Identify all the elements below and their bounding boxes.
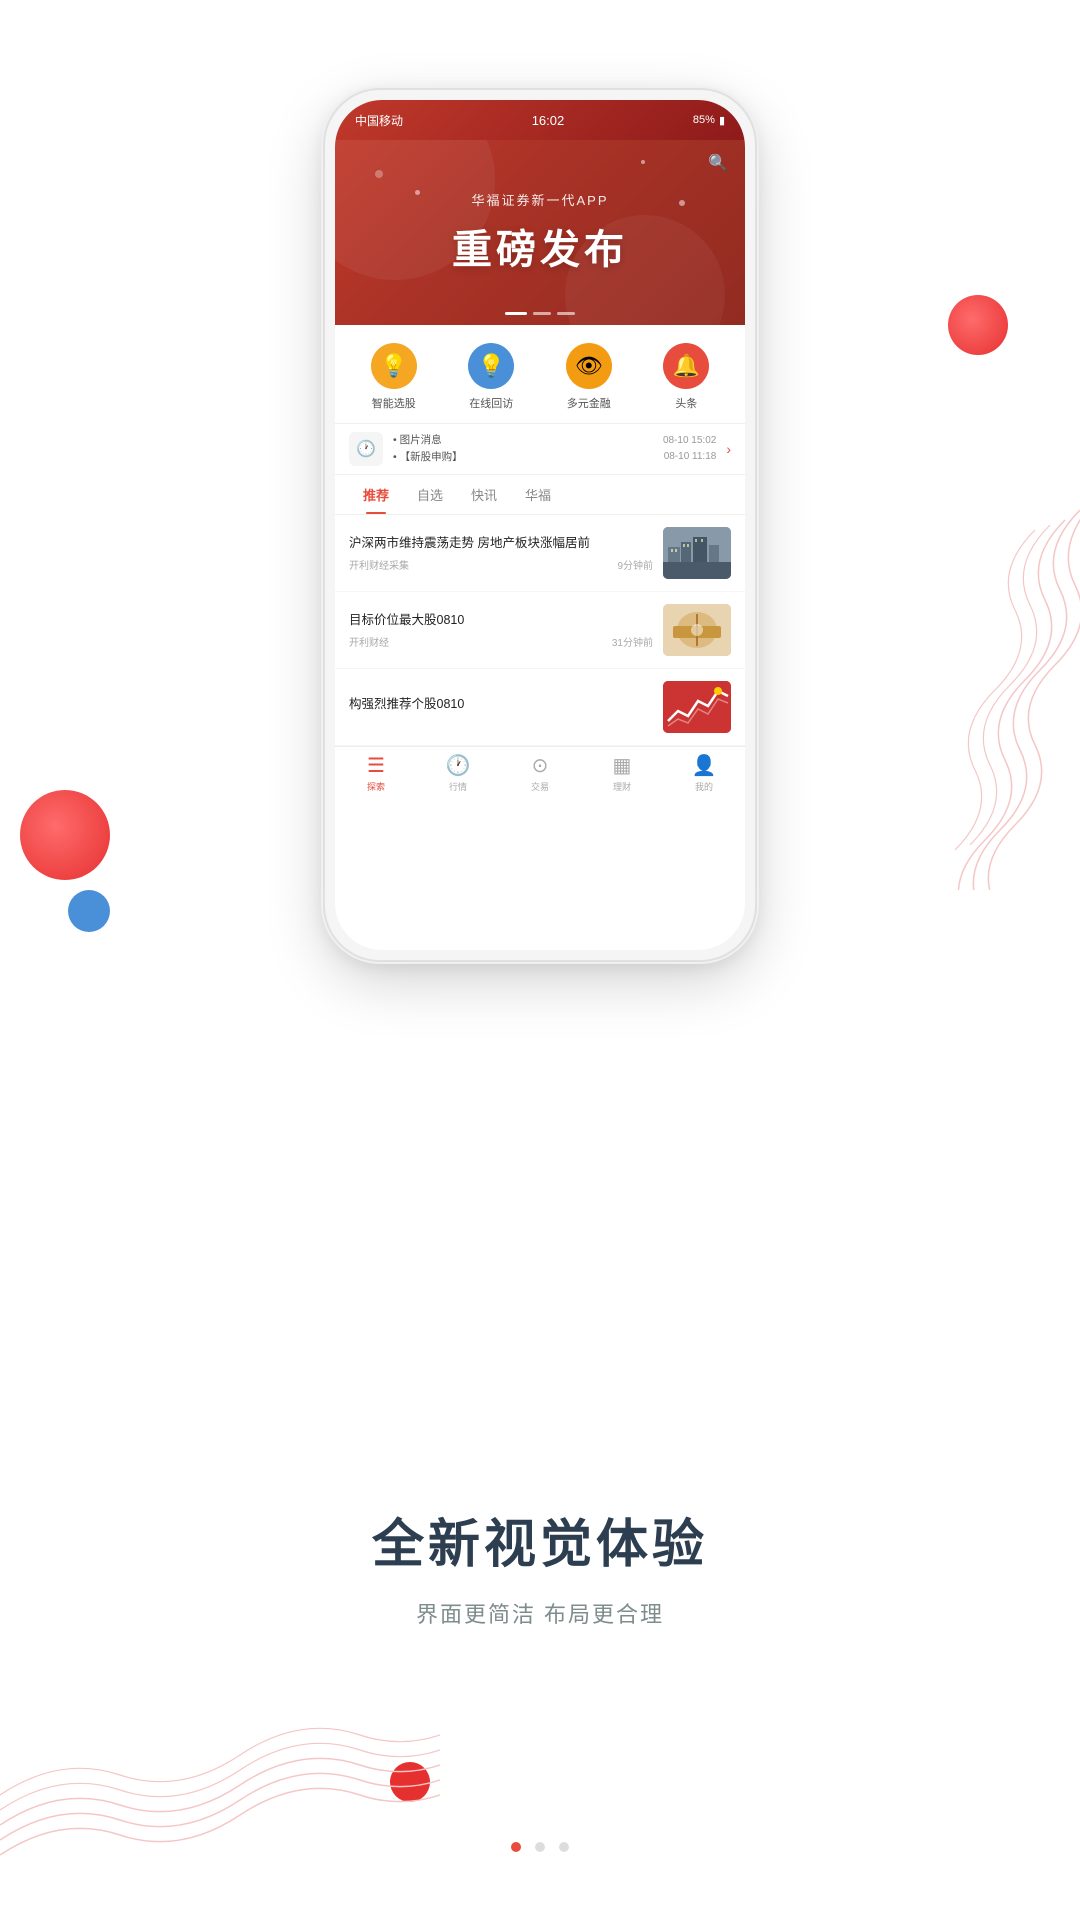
battery-area: 85% ▮ [693,114,725,127]
nav-label-finance: 理财 [613,780,631,793]
banner-deco-dot3 [641,160,645,164]
phone-shell: 中国移动 16:02 85% ▮ 🔍 华福证券新一代APP 重磅发布 [325,90,755,960]
quick-item-0[interactable]: 💡 智能选股 [371,343,417,411]
page-dot-2[interactable] [535,1842,545,1852]
banner-deco-dot4 [679,200,685,206]
banner-dot-1 [505,312,527,315]
deco-wave-lines-right [920,490,1080,890]
svg-text:↑: ↑ [719,687,723,696]
nav-icon-trade: ⊙ [532,753,549,778]
phone-mockup: 中国移动 16:02 85% ▮ 🔍 华福证券新一代APP 重磅发布 [325,90,755,960]
nav-icon-mine: 👤 [692,753,717,778]
page-dots [511,1842,569,1852]
page-dot-1[interactable] [511,1842,521,1852]
tab-huafu[interactable]: 华福 [511,475,565,514]
time-label: 16:02 [532,113,565,128]
quick-label-2: 多元金融 [567,395,611,411]
news-source-1: 开利财经 [349,634,389,649]
banner-dot-2 [533,312,551,315]
nav-label-market: 行情 [449,780,467,793]
news-title-2: 构强烈推荐个股0810 [349,695,653,714]
hero-subtitle: 华福证券新一代APP [471,190,608,209]
deco-circle-red-left [20,790,110,880]
news-content-1: 目标价位最大股0810 开利财经 31分钟前 [349,611,653,650]
bottom-subtitle: 界面更简洁 布局更合理 [416,1597,664,1629]
ticker-item-1: • 【新股申购】 08-10 11:18 [393,449,716,466]
bottom-title: 全新视觉体验 [372,1502,708,1577]
news-title-1: 目标价位最大股0810 [349,611,653,630]
news-content-0: 沪深两市维持震荡走势 房地产板块涨幅居前 开利财经采集 9分钟前 [349,534,653,573]
nav-label-trade: 交易 [531,780,549,793]
nav-item-explore[interactable]: ☰ 探索 [335,753,417,793]
thumb-finance [663,604,731,656]
quick-label-1: 在线回访 [469,395,513,411]
page-dot-3[interactable] [559,1842,569,1852]
nav-item-trade[interactable]: ⊙ 交易 [499,753,581,793]
news-meta-1: 开利财经 31分钟前 [349,634,653,649]
nav-icon-explore: ☰ [367,753,385,778]
status-bar: 中国移动 16:02 85% ▮ [335,100,745,140]
banner-dots [505,312,575,315]
tab-zixuan[interactable]: 自选 [403,475,457,514]
banner-deco-dot2 [415,190,420,195]
news-item-2[interactable]: 构强烈推荐个股0810 [335,669,745,746]
battery-icon: ▮ [719,114,725,127]
news-thumb-0 [663,527,731,579]
quick-icon-toutiao: 🔔 [663,343,709,389]
nav-label-mine: 我的 [695,780,713,793]
thumb-buildings [663,527,731,579]
nav-item-finance[interactable]: ▦ 理财 [581,753,663,793]
news-ticker: 🕐 • 图片消息 08-10 15:02 • 【新股申购】 08-10 11:1… [335,423,745,474]
tab-kuaixun[interactable]: 快讯 [457,475,511,514]
news-list: 沪深两市维持震荡走势 房地产板块涨幅居前 开利财经采集 9分钟前 [335,515,745,746]
hero-banner: 🔍 华福证券新一代APP 重磅发布 [335,140,745,325]
news-source-0: 开利财经采集 [349,557,409,572]
ticker-icon: 🕐 [349,432,383,466]
nav-icon-finance: ▦ [613,753,632,778]
news-time-1: 31分钟前 [612,634,653,649]
ticker-item-0: • 图片消息 08-10 15:02 [393,432,716,449]
quick-label-0: 智能选股 [372,395,416,411]
phone-screen: 中国移动 16:02 85% ▮ 🔍 华福证券新一代APP 重磅发布 [335,100,745,950]
quick-icon-duoyuan: 👁 [566,343,612,389]
thumb-stock: ↑ [663,681,731,733]
tab-tuijian[interactable]: 推荐 [349,475,403,514]
news-meta-0: 开利财经采集 9分钟前 [349,557,653,572]
banner-deco-dot1 [375,170,383,178]
quick-label-3: 头条 [675,395,697,411]
ticker-text-1: • 【新股申购】 [393,449,463,466]
hero-title: 重磅发布 [452,217,628,275]
news-thumb-1 [663,604,731,656]
quick-icon-huifang: 💡 [468,343,514,389]
quick-icon-zhenggu: 💡 [371,343,417,389]
nav-icon-market: 🕐 [446,753,471,778]
news-item-1[interactable]: 目标价位最大股0810 开利财经 31分钟前 [335,592,745,669]
ticker-text-0: • 图片消息 [393,432,442,449]
nav-item-market[interactable]: 🕐 行情 [417,753,499,793]
search-button[interactable]: 🔍 [703,148,733,178]
news-item-0[interactable]: 沪深两市维持震荡走势 房地产板块涨幅居前 开利财经采集 9分钟前 [335,515,745,592]
nav-label-explore: 探索 [367,780,385,793]
carrier-label: 中国移动 [355,112,403,129]
ticker-arrow: › [726,441,731,457]
battery-percent: 85% [693,114,715,126]
ticker-time-1: 08-10 11:18 [664,449,717,465]
ticker-content: • 图片消息 08-10 15:02 • 【新股申购】 08-10 11:18 [393,432,716,466]
news-time-0: 9分钟前 [617,557,653,572]
bottom-nav: ☰ 探索 🕐 行情 ⊙ 交易 ▦ 理财 👤 我的 [335,746,745,797]
deco-circle-red-top [948,295,1008,355]
deco-circle-blue-left [68,890,110,932]
quick-item-3[interactable]: 🔔 头条 [663,343,709,411]
news-thumb-2: ↑ [663,681,731,733]
news-title-0: 沪深两市维持震荡走势 房地产板块涨幅居前 [349,534,653,553]
news-content-2: 构强烈推荐个股0810 [349,695,653,719]
banner-dot-3 [557,312,575,315]
content-tabs: 推荐 自选 快讯 华福 [335,474,745,515]
nav-item-mine[interactable]: 👤 我的 [663,753,745,793]
bottom-section: 全新视觉体验 界面更简洁 布局更合理 [0,1270,1080,1920]
ticker-time-0: 08-10 15:02 [663,433,716,449]
quick-menu: 💡 智能选股 💡 在线回访 👁 多元金融 🔔 头条 [335,325,745,423]
quick-item-1[interactable]: 💡 在线回访 [468,343,514,411]
quick-item-2[interactable]: 👁 多元金融 [566,343,612,411]
